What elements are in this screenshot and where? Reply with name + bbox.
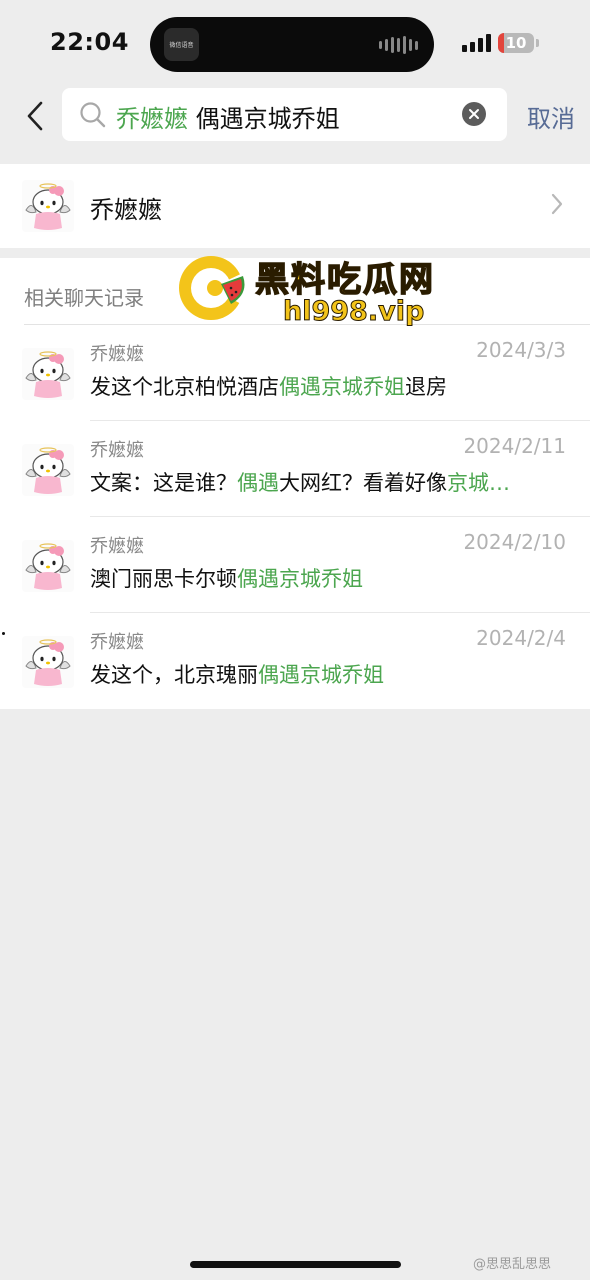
highlighted-match: 偶遇京城乔姐 [279,375,405,399]
search-input[interactable]: 乔嬷嬷 偶遇京城乔姐 [62,88,507,141]
watermark-title: 黑料吃瓜网 [254,259,435,301]
highlighted-match: 京城… [447,471,510,495]
close-icon [469,109,479,119]
list-item[interactable]: 乔嬷嬷 2024/2/10 澳门丽思卡尔顿偶遇京城乔姐 [0,518,590,613]
message-text: 文案：这是谁？ [90,471,237,495]
credit-watermark: @思思乱思思 [473,1257,552,1272]
watermark-logo-icon [179,256,245,320]
highlighted-match: 偶遇京城乔姐 [237,567,363,591]
message-snippet: 文案：这是谁？偶遇大网红？看着好像京城… [90,467,510,497]
watermark: 黑料吃瓜网 hl998.vip [175,252,475,330]
list-item[interactable]: 乔嬷嬷 2024/2/11 文案：这是谁？偶遇大网红？看着好像京城… [0,422,590,517]
cancel-button[interactable]: 取消 [527,99,575,134]
search-query-highlight: 乔嬷嬷 [116,105,188,133]
avatar [22,636,74,688]
avatar [22,180,74,232]
message-text: 发这个北京柏悦酒店 [90,375,279,399]
message-snippet: 发这个北京柏悦酒店偶遇京城乔姐退房 [90,371,447,401]
list-item[interactable]: 乔嬷嬷 2024/2/4 发这个，北京瑰丽偶遇京城乔姐 [0,614,590,709]
divider [90,420,590,421]
divider [90,516,590,517]
watermark-url: hl998.vip [282,296,425,328]
sender-name: 乔嬷嬷 [90,536,144,557]
message-text: 退房 [405,375,447,399]
sender-name: 乔嬷嬷 [90,440,144,461]
status-time: 22:04 [50,28,129,56]
battery-nub [536,39,539,47]
dynamic-island: 微信语音 [150,17,434,72]
chevron-right-icon [551,193,563,215]
clear-search-button[interactable] [462,102,486,126]
home-indicator[interactable] [190,1261,401,1268]
contact-result[interactable]: 乔嬷嬷 [0,164,590,248]
sender-name: 乔嬷嬷 [90,344,144,365]
avatar [22,348,74,400]
message-date: 2024/2/4 [476,626,566,650]
message-text: 大网红？看着好像 [279,471,447,495]
avatar [22,540,74,592]
message-date: 2024/3/3 [476,338,566,362]
sender-name: 乔嬷嬷 [90,632,144,653]
avatar [22,444,74,496]
battery-icon: 10 [498,33,534,53]
message-snippet: 发这个，北京瑰丽偶遇京城乔姐 [90,659,384,689]
list-item[interactable]: 乔嬷嬷 2024/3/3 发这个北京柏悦酒店偶遇京城乔姐退房 [0,326,590,421]
highlighted-match: 偶遇 [237,471,279,495]
section-title: 相关聊天记录 [24,286,144,310]
message-text: 澳门丽思卡尔顿 [90,567,237,591]
message-snippet: 澳门丽思卡尔顿偶遇京城乔姐 [90,563,363,593]
chevron-left-icon [27,101,43,131]
message-text: 发这个，北京瑰丽 [90,663,258,687]
message-date: 2024/2/11 [463,434,566,458]
back-button[interactable] [20,96,50,136]
search-icon [80,102,106,128]
audio-wave-icon [379,36,418,54]
divider [90,612,590,613]
search-query[interactable]: 乔嬷嬷 偶遇京城乔姐 [116,99,340,134]
highlighted-match: 偶遇京城乔姐 [258,663,384,687]
island-app-icon: 微信语音 [164,28,199,61]
message-date: 2024/2/10 [463,530,566,554]
search-query-text: 偶遇京城乔姐 [188,105,340,133]
battery-level: 10 [505,34,527,52]
contact-name: 乔嬷嬷 [90,196,162,224]
cellular-signal-icon [462,34,491,52]
status-bar: 22:04 微信语音 10 [0,0,590,88]
stray-dot [2,632,5,635]
